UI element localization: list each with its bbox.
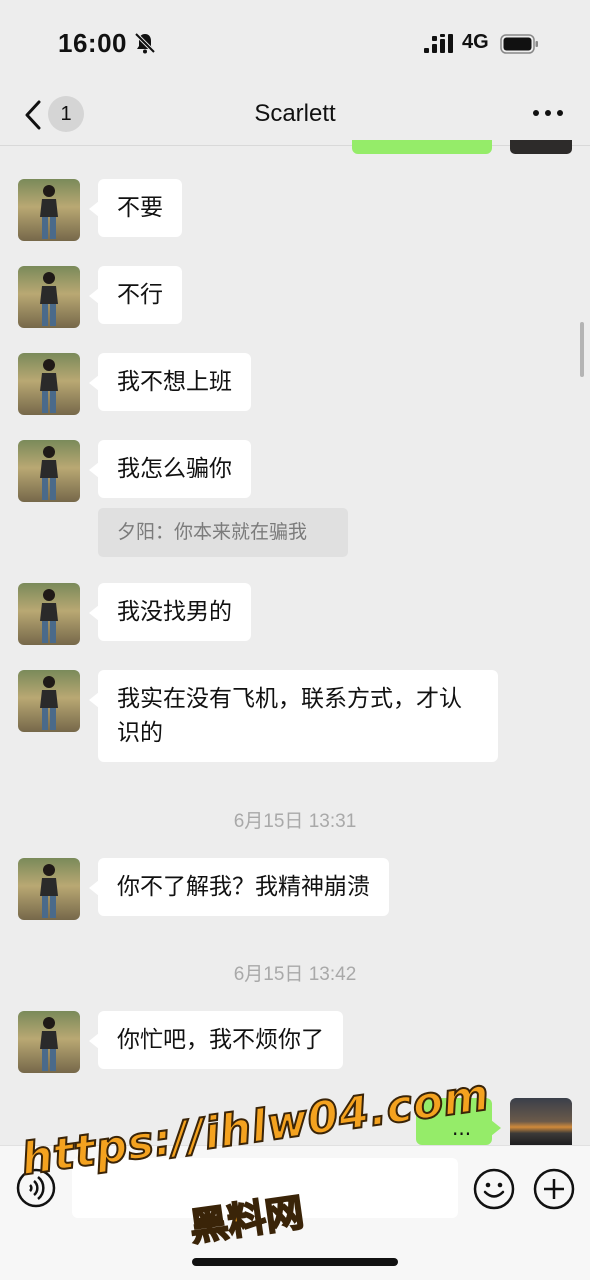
my-avatar[interactable] xyxy=(510,1098,572,1145)
contact-avatar[interactable] xyxy=(18,583,80,645)
bell-off-icon xyxy=(134,32,156,54)
network-label: 4G xyxy=(462,31,489,53)
status-bar: 16:00 4G xyxy=(0,0,590,88)
incoming-message[interactable]: 我实在没有飞机，联系方式，才认识的 xyxy=(89,670,498,762)
status-time: 16:00 xyxy=(58,28,127,58)
contact-avatar[interactable] xyxy=(18,670,80,732)
more-icon[interactable] xyxy=(532,108,564,118)
contact-avatar[interactable] xyxy=(18,353,80,415)
contact-avatar[interactable] xyxy=(18,179,80,241)
contact-avatar[interactable] xyxy=(18,858,80,920)
emoji-icon[interactable] xyxy=(473,1168,515,1210)
incoming-message[interactable]: 我不想上班 xyxy=(89,353,251,411)
contact-avatar[interactable] xyxy=(18,1011,80,1073)
incoming-message[interactable]: 我怎么骗你 xyxy=(89,440,251,498)
contact-avatar[interactable] xyxy=(18,440,80,502)
outgoing-message-partial[interactable] xyxy=(352,140,492,154)
incoming-message[interactable]: 你忙吧，我不烦你了 xyxy=(89,1011,343,1069)
contact-avatar[interactable] xyxy=(18,266,80,328)
my-avatar-partial[interactable] xyxy=(510,140,572,154)
battery-icon xyxy=(500,34,538,54)
home-indicator xyxy=(192,1258,398,1266)
incoming-message[interactable]: 不要 xyxy=(89,179,182,237)
message-timestamp: 6月15日 13:31 xyxy=(233,811,357,832)
signal-icon xyxy=(424,34,453,53)
scrollbar[interactable] xyxy=(580,322,584,377)
plus-icon[interactable] xyxy=(533,1168,575,1210)
incoming-message[interactable]: 你不了解我？我精神崩溃 xyxy=(89,858,389,916)
chat-title: Scarlett xyxy=(254,100,336,127)
incoming-message[interactable]: 不行 xyxy=(89,266,182,324)
chat-header: 1 Scarlett xyxy=(0,88,590,146)
quoted-message[interactable]: 夕阳：你本来就在骗我 xyxy=(98,508,348,557)
message-timestamp: 6月15日 13:42 xyxy=(233,964,357,985)
incoming-message[interactable]: 我没找男的 xyxy=(89,583,251,641)
